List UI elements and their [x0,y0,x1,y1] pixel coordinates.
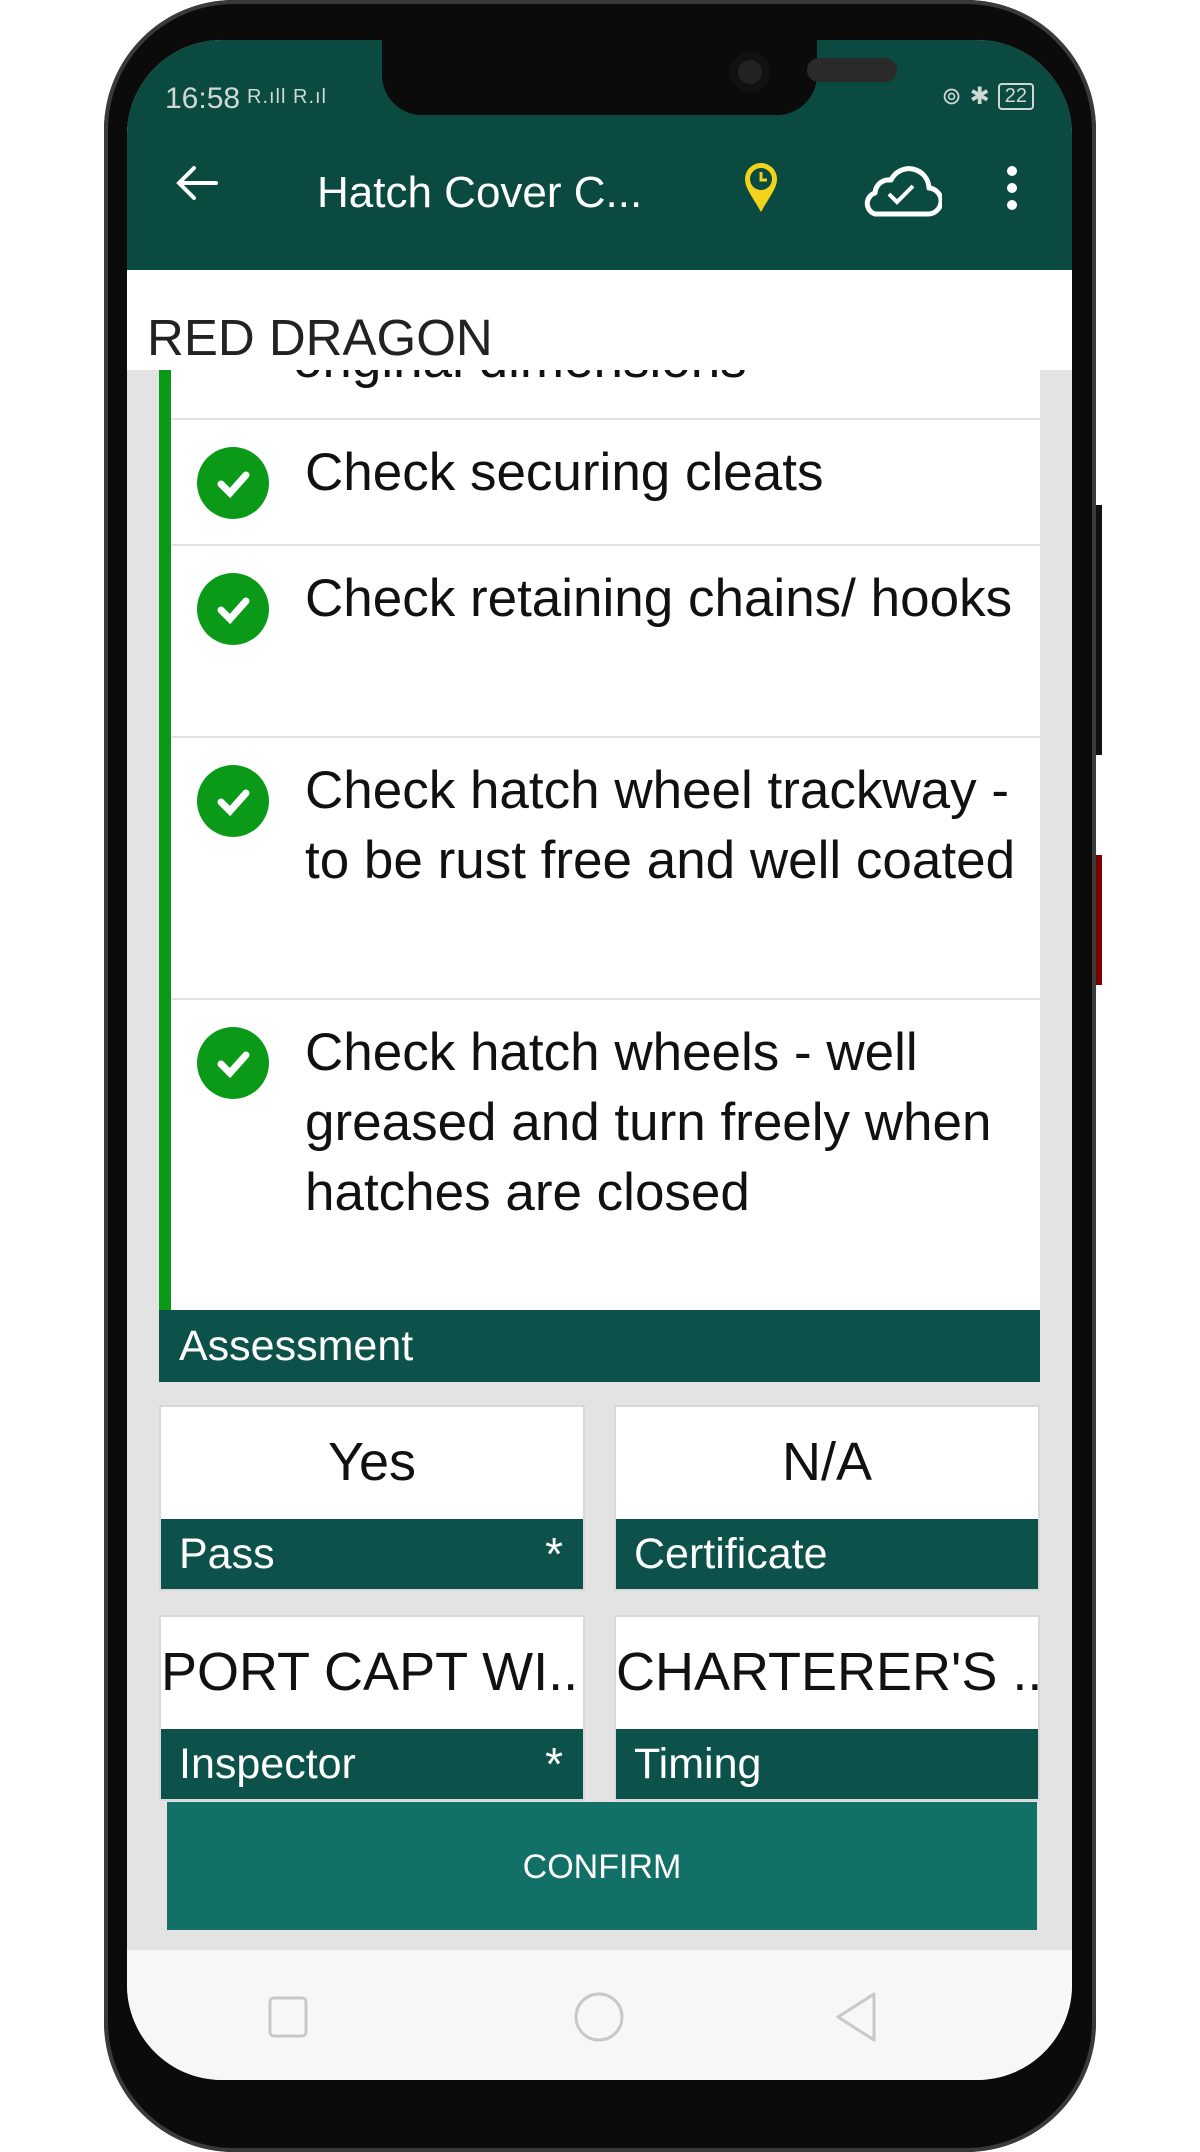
certificate-label: Certificate [616,1519,1038,1589]
field-label: Pass [179,1530,275,1578]
location-clock-icon [745,163,777,212]
signal-icon: R.ıll R.ıl [247,86,327,108]
required-marker: * [545,1738,563,1790]
field-label: Timing [634,1740,762,1788]
inspector-value: PORT CAPT WI... [161,1642,583,1702]
check-icon [197,765,269,837]
location-clock-button[interactable] [742,160,780,219]
status-icons: ⊚ ✱ 22 [942,82,1034,111]
status-stripe [159,370,171,1310]
notch [382,40,897,115]
pass-label: Pass * [161,1519,583,1589]
check-icon [197,447,269,519]
vessel-name: RED DRAGON [147,309,493,366]
required-marker: * [545,1528,563,1580]
back-arrow-icon [176,166,218,200]
certificate-field[interactable]: N/A Certificate [614,1405,1040,1591]
checklist-item-label: Check hatch wheels - well greased and tu… [305,1023,992,1222]
pass-field[interactable]: Yes Pass * [159,1405,585,1591]
speaker [807,58,897,82]
more-vert-icon [1007,166,1017,210]
home-icon[interactable] [572,1990,626,2044]
timing-value: CHARTERER'S ... [616,1642,1038,1702]
sync-button[interactable] [857,158,944,223]
checklist-item-label: Check securing cleats [305,443,824,502]
field-label: Inspector [179,1740,356,1788]
checklist-item[interactable]: Check hatch wheel trackway - to be rust … [171,736,1040,1000]
inspector-field[interactable]: PORT CAPT WI... Inspector * [159,1615,585,1801]
cloud-check-icon [864,166,944,217]
inspector-label: Inspector * [161,1729,583,1799]
checklist-item[interactable]: Check securing cleats [171,418,1040,546]
battery-icon: 22 [997,83,1034,110]
partial-item-text: original dimensions [293,370,1030,395]
checklist-card: original dimensions Check securing cleat… [159,370,1040,1310]
checklist-item[interactable]: Check hatch wheels - well greased and tu… [171,998,1040,1310]
checklist-item[interactable]: Check retaining chains/ hooks [171,544,1040,738]
timing-label: Timing [616,1729,1038,1799]
assessment-header: Assessment [159,1310,1040,1382]
system-nav-bar [127,1950,1072,2080]
more-options-button[interactable] [1005,165,1019,216]
back-nav-icon[interactable] [832,1990,882,2044]
page-title: Hatch Cover C... [317,168,643,217]
rotation-lock-icon: ⊚ [941,83,962,110]
certificate-value: N/A [781,1432,873,1492]
confirm-button[interactable]: CONFIRM [167,1802,1037,1930]
bluetooth-icon: ✱ [969,83,990,110]
pass-value: Yes [327,1432,417,1492]
check-icon [197,573,269,645]
screen: 16:58 R.ıll R.ıl ⊚ ✱ 22 Hatch Cover C...… [127,40,1072,2080]
checklist-item-label: Check hatch wheel trackway - to be rust … [305,761,1016,890]
field-label: Certificate [634,1530,828,1578]
check-icon [197,1027,269,1099]
camera [730,52,770,92]
power-button [1096,855,1102,985]
back-button[interactable] [172,158,222,208]
timing-field[interactable]: CHARTERER'S ... Timing [614,1615,1040,1801]
checklist-item-label: Check retaining chains/ hooks [305,569,1013,628]
recents-icon[interactable] [267,1995,311,2039]
volume-button [1096,505,1102,755]
status-time: 16:58 [165,82,241,115]
app-bar: 16:58 R.ıll R.ıl ⊚ ✱ 22 Hatch Cover C... [127,40,1072,270]
